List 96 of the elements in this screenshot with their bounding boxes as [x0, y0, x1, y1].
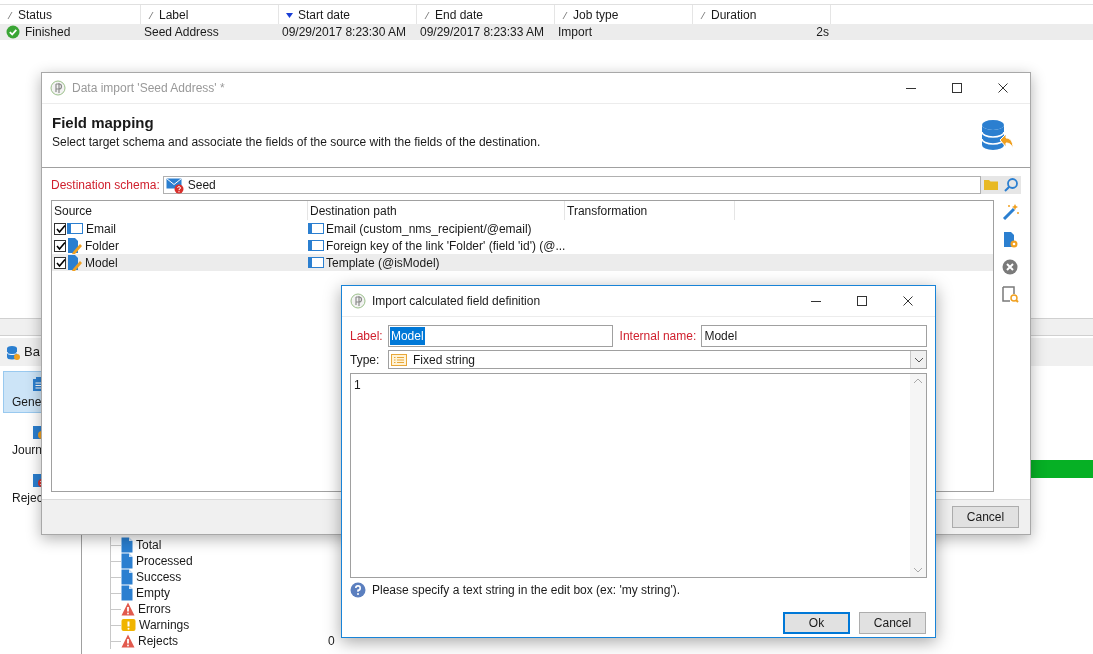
table-row[interactable]: Folder Foreign key of the link 'Folder' (field 'id') (@...: [52, 237, 993, 254]
envelope-icon: [165, 176, 184, 194]
column-label: Job type: [573, 6, 619, 24]
field-label: Internal name:: [619, 328, 698, 345]
exclamation-icon: [121, 618, 136, 632]
expression-editor[interactable]: 1: [350, 373, 927, 578]
document-pencil-icon: [67, 237, 82, 254]
dialog-heading: Field mapping: [52, 113, 155, 133]
column-header[interactable]: Source: [52, 201, 308, 220]
warning-triangle-icon: [121, 634, 135, 648]
tree-item[interactable]: Total: [136, 536, 326, 554]
database-import-icon: [980, 118, 1014, 150]
table-cell-text: Email: [86, 220, 116, 238]
maximize-icon: [857, 296, 867, 306]
document-gear-icon[interactable]: [1002, 231, 1018, 248]
document-icon: [121, 553, 133, 569]
document-search-icon[interactable]: [1001, 286, 1019, 303]
table-row[interactable]: Email Email (custom_nms_recipient/@email): [52, 220, 993, 237]
table-cell-text: Foreign key of the link 'Folder' (field 'id') (@...: [326, 237, 566, 255]
table-cell-text: 09/29/2017 8:23:33 AM: [419, 24, 546, 41]
caret-icon: [913, 355, 924, 364]
scroll-down-icon: [913, 566, 923, 574]
column-label: Start date: [298, 6, 351, 24]
hint-text: Please specify a text string in the edit box (ex: 'my string').: [372, 582, 681, 599]
checkbox[interactable]: [54, 239, 66, 252]
editor-text: 1: [354, 377, 361, 394]
ok-button[interactable]: Ok: [783, 612, 850, 634]
checkbox[interactable]: [54, 256, 66, 269]
list-icon: [391, 352, 407, 367]
check-circle-icon: [6, 25, 20, 39]
tree-item[interactable]: Processed: [136, 552, 326, 570]
app-logo-icon: [350, 293, 366, 309]
magic-wand-icon[interactable]: [1001, 203, 1019, 220]
table-column-icon: [67, 222, 83, 235]
tree-item[interactable]: Errors: [138, 600, 328, 618]
scroll-up-icon: [913, 377, 923, 385]
document-icon: [121, 569, 133, 585]
app-logo-icon: [50, 80, 66, 96]
nav-label: Journ: [12, 443, 43, 457]
schema-field[interactable]: Seed: [162, 176, 981, 194]
cancel-button[interactable]: Cancel: [952, 506, 1019, 528]
tree-item[interactable]: Success: [136, 568, 326, 586]
cancel-button[interactable]: Cancel: [859, 612, 926, 634]
tree-item[interactable]: Warnings: [139, 616, 329, 634]
close-icon: [903, 296, 913, 306]
column-label: Label: [159, 6, 189, 24]
tree-item[interactable]: Rejects: [138, 632, 328, 650]
dialog-description: Select target schema and associate the fields of the source with the fields of the destination.: [52, 134, 542, 150]
search-icon[interactable]: [1003, 177, 1019, 193]
label-field[interactable]: Model: [387, 325, 613, 347]
table-cell-text: Email (custom_nms_recipient/@email): [326, 220, 532, 238]
column-header[interactable]: Transformation: [565, 201, 735, 220]
column-label: End date: [435, 6, 484, 24]
table-column-icon: [308, 239, 324, 252]
field-label: Type:: [350, 351, 381, 369]
document-icon: [121, 585, 133, 601]
table-cell-text: Import: [557, 24, 593, 41]
table-row[interactable]: Finished Seed Address 09/29/2017 8:23:30 AM 09/29/2017 8:23:33 AM Import 2s: [0, 24, 1093, 40]
column-label: Duration: [711, 6, 757, 24]
selected-text: Model: [389, 327, 425, 345]
window-title: Data import 'Seed Address' *: [72, 80, 226, 97]
table-row[interactable]: Model Template (@isModel): [52, 254, 993, 271]
table-cell-text: Finished: [25, 24, 71, 41]
internal-name-field[interactable]: Model: [701, 325, 927, 347]
checkbox[interactable]: [54, 222, 66, 235]
scrollbar[interactable]: [910, 374, 926, 577]
type-dropdown[interactable]: Fixed string: [388, 350, 927, 369]
table-column-icon: [308, 222, 324, 235]
field-label: Label:: [350, 328, 384, 345]
field-label: Destination schema:: [51, 177, 161, 194]
check-icon: [54, 240, 66, 251]
table-cell-text: Seed Address: [143, 24, 220, 41]
table-column-icon: [308, 256, 324, 269]
check-icon: [54, 257, 66, 268]
document-icon: [121, 537, 133, 553]
table-cell-text: Template (@isModel): [326, 254, 440, 272]
document-pencil-icon: [67, 254, 82, 271]
section-label: Ba: [24, 343, 40, 362]
column-header[interactable]: Destination path: [308, 201, 565, 220]
close-icon: [998, 83, 1008, 93]
database-icon: [6, 344, 20, 360]
table-cell-text: Folder: [85, 237, 119, 255]
warning-triangle-icon: [121, 602, 135, 616]
window-title: Import calculated field definition: [372, 293, 542, 310]
table-cell-text: Model: [85, 254, 118, 272]
maximize-icon: [952, 83, 962, 93]
table-cell-text: 09/29/2017 8:23:30 AM: [281, 24, 408, 41]
delete-icon[interactable]: [1002, 259, 1018, 275]
check-icon: [54, 223, 66, 234]
nav-label: Rejec: [12, 491, 43, 505]
table-cell-text: 2s: [815, 24, 830, 41]
count-value: 0: [328, 633, 335, 650]
tree-item[interactable]: Empty: [136, 584, 326, 602]
help-icon: [350, 582, 366, 598]
nav-label: Gene: [12, 395, 42, 409]
column-label: Status: [18, 6, 53, 24]
